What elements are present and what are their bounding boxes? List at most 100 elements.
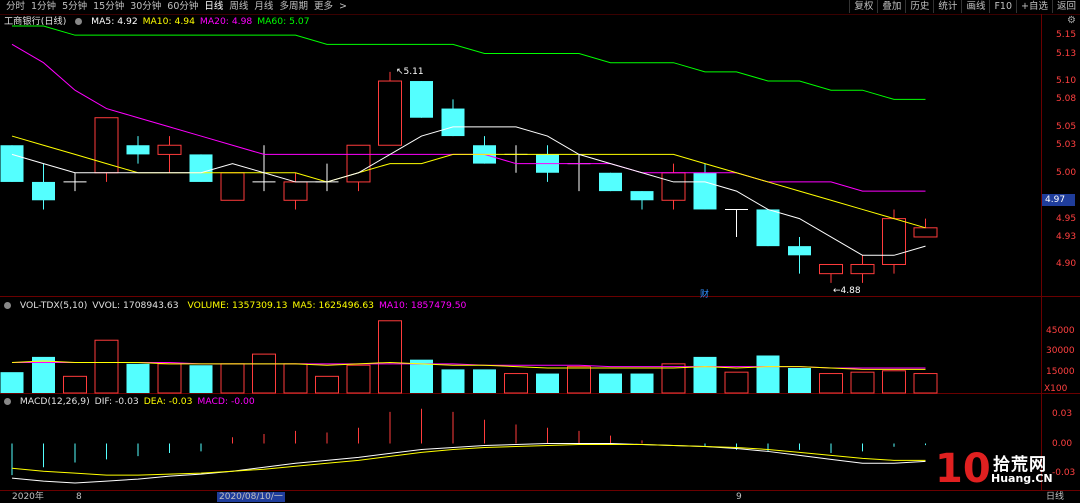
candle-body [913,227,938,238]
candle-body [157,144,182,155]
price-tick: 4.90 [1056,259,1077,270]
candle-body [32,181,55,201]
volume-bar [693,356,717,393]
month-9-label: 9 [736,492,742,502]
candle-body [126,145,150,155]
period-tab[interactable]: 更多 [312,1,337,13]
volume-tick: 45000 [1046,325,1075,336]
price-tick: 4.93 [1056,231,1077,242]
period-tab[interactable]: 60分钟 [165,1,202,13]
finance-marker[interactable]: 财 [700,287,709,300]
price-tick: 5.05 [1056,121,1077,132]
period-tab[interactable]: 5分钟 [60,1,91,13]
candle-body [630,191,654,201]
period-tab[interactable]: 日线 [202,1,227,13]
period-toolbar: 分时 1分钟 5分钟 15分钟 30分钟 60分钟 日线 周线 月线 多周期 更多 > 复权 叠加 历史统… [0,0,1080,15]
volume-bar [0,372,24,393]
volume-bar [630,373,654,393]
volume-bar [850,371,875,394]
candle-body [94,117,119,174]
volume-tick: 15000 [1046,367,1075,378]
ma60-line [12,25,926,100]
tool-buttons: 复权 叠加 历史 统计 画线 F10 +自选 返回 [849,0,1080,13]
low-price-label: ←4.88 [833,286,861,296]
high-price-label: ↖5.11 [396,67,424,77]
volume-bar [599,373,622,393]
tool-button[interactable]: 返回 [1051,0,1080,13]
period-tabs: 分时 1分钟 5分钟 15分钟 30分钟 60分钟 日线 周线 月线 多周期 更多 > [4,1,351,13]
site-watermark-logo: 10 拾荒网 Huang.CN [935,448,1055,490]
more-arrow-icon[interactable]: > [337,1,351,13]
tool-button[interactable]: 统计 [933,0,961,13]
macd-tick: -0.03 [1052,468,1076,479]
volume-bar [788,368,811,393]
candle-body [756,209,780,247]
volume-bar [913,373,938,394]
period-tab[interactable]: 15分钟 [91,1,128,13]
volume-bar [504,373,528,394]
year-label: 2020年 [12,492,44,502]
volume-bar [819,373,843,394]
volume-bar [252,353,276,394]
candle-body [441,108,465,137]
volume-unit: X100 [1044,384,1068,394]
period-tab[interactable]: 月线 [252,1,277,13]
period-tab[interactable]: 周线 [227,1,252,13]
tool-button[interactable]: 叠加 [877,0,905,13]
volume-bar [63,375,87,394]
watermark-number: 10 [935,446,991,492]
candle-body [850,263,875,275]
candle-body [599,172,622,192]
candle-body [661,172,686,201]
candle-body [283,181,308,201]
volume-bar [126,363,150,393]
tool-button[interactable]: 复权 [849,0,877,13]
volume-bar [189,365,213,393]
candle-body [788,246,811,256]
tool-button[interactable]: +自选 [1016,0,1052,13]
volume-bar [94,339,119,394]
candle-body [0,145,24,182]
volume-bar [882,370,906,394]
tool-button[interactable]: F10 [989,0,1016,13]
month-8-label: 8 [76,492,82,502]
candle-body [693,172,717,210]
candle-body [410,81,433,118]
macd-tick: 0.00 [1052,438,1073,449]
watermark-url: Huang.CN [991,472,1053,485]
dea-line [11,444,926,476]
period-tab[interactable]: 30分钟 [128,1,165,13]
price-tick: 5.10 [1056,76,1077,87]
dif-line [11,443,926,484]
candle-body [378,80,402,146]
price-tick: 5.03 [1056,140,1077,151]
volume-bar [346,364,371,394]
tool-button[interactable]: 画线 [961,0,989,13]
candle-body [346,144,371,183]
volume-bar [378,320,402,394]
date-axis: 2020年 8 2020/08/10/一 9 日线 [0,490,1080,503]
macd-tick: 0.03 [1052,408,1073,419]
volume-bar [157,363,182,394]
volume-bar [536,373,559,393]
candle-body [819,263,843,275]
price-tick: 5.00 [1056,167,1077,178]
price-tick: 4.95 [1056,213,1077,224]
right-axis-line [1041,14,1042,490]
volume-bar [220,363,245,394]
period-label: 日线 [1046,492,1065,502]
price-tick: 5.13 [1056,48,1077,59]
volume-bar [283,363,308,394]
period-tab[interactable]: 1分钟 [29,1,60,13]
kline-chart[interactable]: ↖5.11 ←4.88 [0,14,1040,490]
gear-icon[interactable]: ⚙ [1067,15,1076,26]
volume-bar [441,369,465,393]
tool-button[interactable]: 历史 [905,0,933,13]
period-tab[interactable]: 多周期 [277,1,312,13]
volume-bar [473,369,496,393]
period-tab[interactable]: 分时 [4,1,29,13]
price-tick: 5.08 [1056,94,1077,105]
current-price-tag: 4.97 [1042,194,1075,207]
candle-body [220,172,245,201]
selected-date: 2020/08/10/一 [217,492,285,502]
